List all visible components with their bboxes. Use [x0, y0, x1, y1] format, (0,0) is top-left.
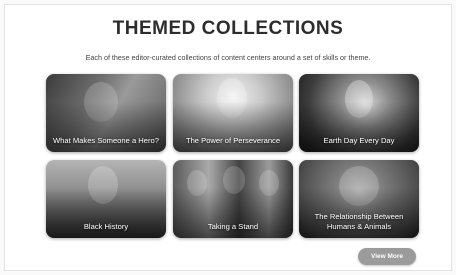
view-more-button[interactable]: View More	[358, 248, 416, 265]
collection-card-label: The Power of Perseverance	[185, 136, 281, 145]
collection-card-humans-animals[interactable]: The Relationship Between Humans & Animal…	[299, 160, 419, 238]
collection-card-label: The Relationship Between Humans & Animal…	[314, 212, 404, 231]
collection-card-black-history[interactable]: Black History	[46, 160, 166, 238]
collection-card-taking-a-stand[interactable]: Taking a Stand	[173, 160, 293, 238]
section-title: THEMED COLLECTIONS	[112, 18, 344, 39]
collection-card-label: Black History	[83, 222, 129, 231]
collection-card-label: Taking a Stand	[207, 222, 259, 231]
collection-card-perseverance[interactable]: The Power of Perseverance	[173, 74, 293, 152]
collections-grid: What Makes Someone a Hero? The Power of …	[46, 74, 420, 238]
collection-card-earth-day[interactable]: Earth Day Every Day	[299, 74, 419, 152]
collection-card-hero[interactable]: What Makes Someone a Hero?	[46, 74, 166, 152]
collection-card-label: Earth Day Every Day	[323, 136, 395, 145]
section-subtitle: Each of these editor-curated collections…	[85, 53, 371, 62]
collection-card-label: What Makes Someone a Hero?	[53, 136, 159, 145]
